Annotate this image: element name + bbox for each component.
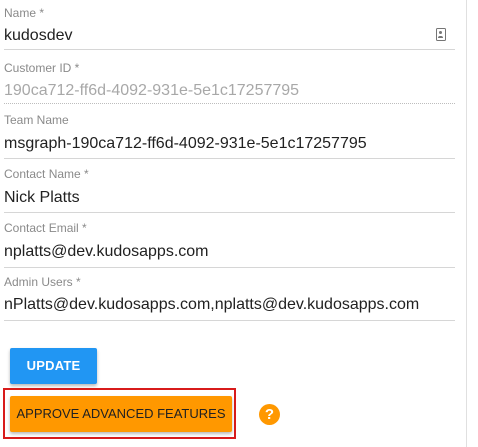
team-name-field[interactable]: Team Name msgraph-190ca712-ff6d-4092-931… [4, 108, 455, 162]
admin-users-underline [4, 320, 455, 321]
team-name-underline [4, 158, 455, 159]
contact-card-icon[interactable] [436, 28, 446, 41]
approve-advanced-features-button[interactable]: APPROVE ADVANCED FEATURES [10, 396, 232, 432]
team-name-input[interactable]: msgraph-190ca712-ff6d-4092-931e-5e1c1725… [4, 134, 367, 154]
name-underline [4, 49, 455, 50]
contact-email-label: Contact Email * [4, 221, 87, 235]
admin-users-label: Admin Users * [4, 275, 81, 289]
contact-email-underline [4, 267, 455, 268]
contact-name-input[interactable]: Nick Platts [4, 188, 80, 208]
customer-id-input: 190ca712-ff6d-4092-931e-5e1c17257795 [4, 82, 300, 99]
contact-name-field[interactable]: Contact Name * Nick Platts [4, 162, 455, 215]
panel-right-border [466, 0, 467, 447]
name-field[interactable]: Name * kudosdev [4, 0, 455, 56]
customer-id-label: Customer ID * [4, 61, 80, 75]
contact-email-field[interactable]: Contact Email * nplatts@dev.kudosapps.co… [4, 215, 455, 269]
contact-email-input[interactable]: nplatts@dev.kudosapps.com [4, 242, 209, 262]
admin-users-input[interactable]: nPlatts@dev.kudosapps.com,nplatts@dev.ku… [4, 295, 419, 315]
customer-id-field: Customer ID * 190ca712-ff6d-4092-931e-5e… [4, 56, 455, 108]
help-icon[interactable]: ? [259, 404, 280, 425]
name-label: Name * [4, 6, 45, 20]
contact-name-label: Contact Name * [4, 167, 89, 181]
update-button[interactable]: UPDATE [10, 348, 97, 384]
name-input[interactable]: kudosdev [4, 26, 73, 46]
team-name-label: Team Name [4, 113, 69, 127]
customer-id-underline [4, 103, 455, 104]
contact-name-underline [4, 212, 455, 213]
admin-users-field[interactable]: Admin Users * nPlatts@dev.kudosapps.com,… [4, 269, 455, 323]
